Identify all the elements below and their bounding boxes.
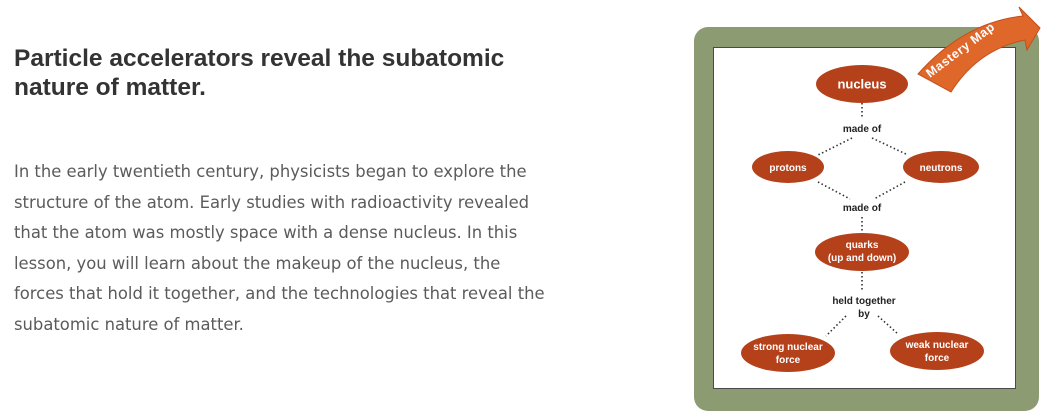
relation-made-of: made of xyxy=(843,203,882,214)
connector-line xyxy=(871,137,909,156)
node-label: neutrons xyxy=(920,163,963,174)
node-label: (up and down) xyxy=(828,253,896,264)
node-shape xyxy=(890,332,984,370)
connector-line xyxy=(825,315,847,337)
connector-line xyxy=(877,315,899,335)
node-quarks: quarks (up and down) xyxy=(815,233,909,271)
node-label: nucleus xyxy=(837,77,886,92)
node-label: weak nuclear xyxy=(905,340,969,351)
connector-line xyxy=(873,181,906,200)
node-protons: protons xyxy=(752,151,824,183)
node-shape xyxy=(741,334,835,372)
node-label: quarks xyxy=(846,240,879,251)
node-label: force xyxy=(776,355,801,366)
node-label: strong nuclear xyxy=(753,342,823,353)
mastery-map-diagram: nucleus protons neutrons quarks (up and … xyxy=(741,6,1041,372)
node-shape xyxy=(815,233,909,271)
banner-arrow-shape xyxy=(917,6,1041,93)
relation-held-together: held together xyxy=(832,296,895,307)
relation-held-together: by xyxy=(858,309,870,320)
node-weak-nuclear-force: weak nuclear force xyxy=(890,332,984,370)
node-neutrons: neutrons xyxy=(903,151,979,183)
node-label: protons xyxy=(769,163,807,174)
node-strong-nuclear-force: strong nuclear force xyxy=(741,334,835,372)
connector-line xyxy=(817,181,851,200)
node-nucleus: nucleus xyxy=(816,65,908,103)
relation-made-of: made of xyxy=(843,124,882,135)
mastery-map-banner: Mastery Map xyxy=(917,6,1041,93)
node-label: force xyxy=(925,353,950,364)
connector-line xyxy=(817,137,853,156)
